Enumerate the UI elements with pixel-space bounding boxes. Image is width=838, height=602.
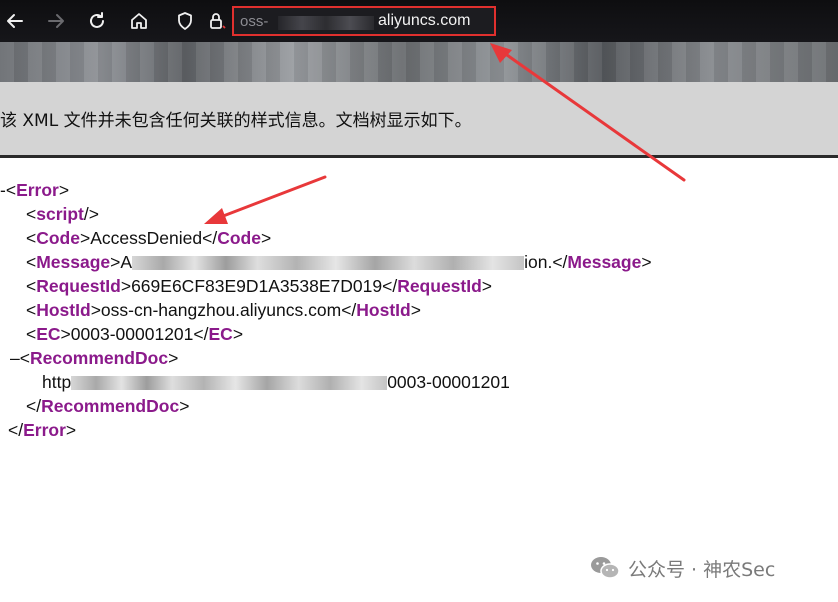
recommend-redacted [71,376,388,391]
recommenddoc-close-tag: RecommendDoc [41,396,180,416]
browser-toolbar: oss- aliyuncs.com [0,0,838,42]
address-bar[interactable]: oss- aliyuncs.com [232,6,496,36]
message-redacted [132,256,525,271]
info-divider [0,155,838,158]
error-close-line: </Error> [8,420,77,440]
info-text: 该 XML 文件并未包含任何关联的样式信息。文档树显示如下。 [0,111,472,131]
error-close-tag: Error [23,420,66,440]
message-start: A [120,252,133,272]
collapse-toggle[interactable]: – [10,348,20,368]
recommenddoc-value-line: http 0003-00001201 [42,370,510,394]
back-arrow-icon[interactable] [0,6,30,36]
shield-icon[interactable] [170,6,200,36]
ec-line: <EC>0003-00001201</EC> [26,324,244,344]
recommenddoc-close-line: </RecommendDoc> [26,396,190,416]
ec-tag: EC [36,324,61,344]
reload-icon[interactable] [82,6,112,36]
url-redacted [278,16,374,30]
recommenddoc-tag: RecommendDoc [29,348,169,368]
url-prefix: oss- [240,13,269,30]
code-line: <Code>AccessDenied</Code> [26,228,272,248]
ec-value: 0003-00001201 [70,324,194,344]
message-tag: Message [36,252,111,272]
message-line: <Message>A ion.</Message> [26,252,652,272]
code-close-tag: Code [217,228,261,248]
ec-close-tag: EC [208,324,233,344]
recommenddoc-open-line: –<RecommendDoc> [10,348,179,368]
hostid-line: <HostId>oss-cn-hangzhou.aliyuncs.com</Ho… [26,300,421,320]
hostid-tag: HostId [36,300,91,320]
message-close-tag: Message [567,252,642,272]
recommend-end: 0003-00001201 [387,372,510,392]
watermark: 公众号 · 神农Sec [590,553,775,583]
url-domain: aliyuncs.com [378,12,471,29]
bookmarks-bar-blurred [0,42,838,82]
requestid-tag: RequestId [36,276,121,296]
hostid-close-tag: HostId [356,300,411,320]
requestid-value: 669E6CF83E9D1A3538E7D019 [131,276,383,296]
message-end: ion. [524,252,553,272]
forward-arrow-icon[interactable] [41,6,71,36]
script-tag: script [36,204,84,224]
code-value: AccessDenied [90,228,203,248]
wechat-icon [591,557,620,579]
watermark-text: 公众号 · 神农Sec [628,558,776,581]
lock-icon[interactable] [202,6,232,36]
requestid-line: <RequestId>669E6CF83E9D1A3538E7D019</Req… [26,276,493,296]
requestid-close-tag: RequestId [397,276,482,296]
xml-info-bar: 该 XML 文件并未包含任何关联的样式信息。文档树显示如下。 [0,82,838,156]
xml-document-tree: -<Error> <script/> <Code>AccessDenied</C… [0,170,838,460]
recommend-start: http [42,372,72,392]
code-tag: Code [36,228,80,248]
error-open-line: -<Error> [0,180,70,200]
home-icon[interactable] [124,6,154,36]
error-tag: Error [16,180,59,200]
script-line: <script/> [26,204,99,224]
hostid-value: oss-cn-hangzhou.aliyuncs.com [100,300,342,320]
